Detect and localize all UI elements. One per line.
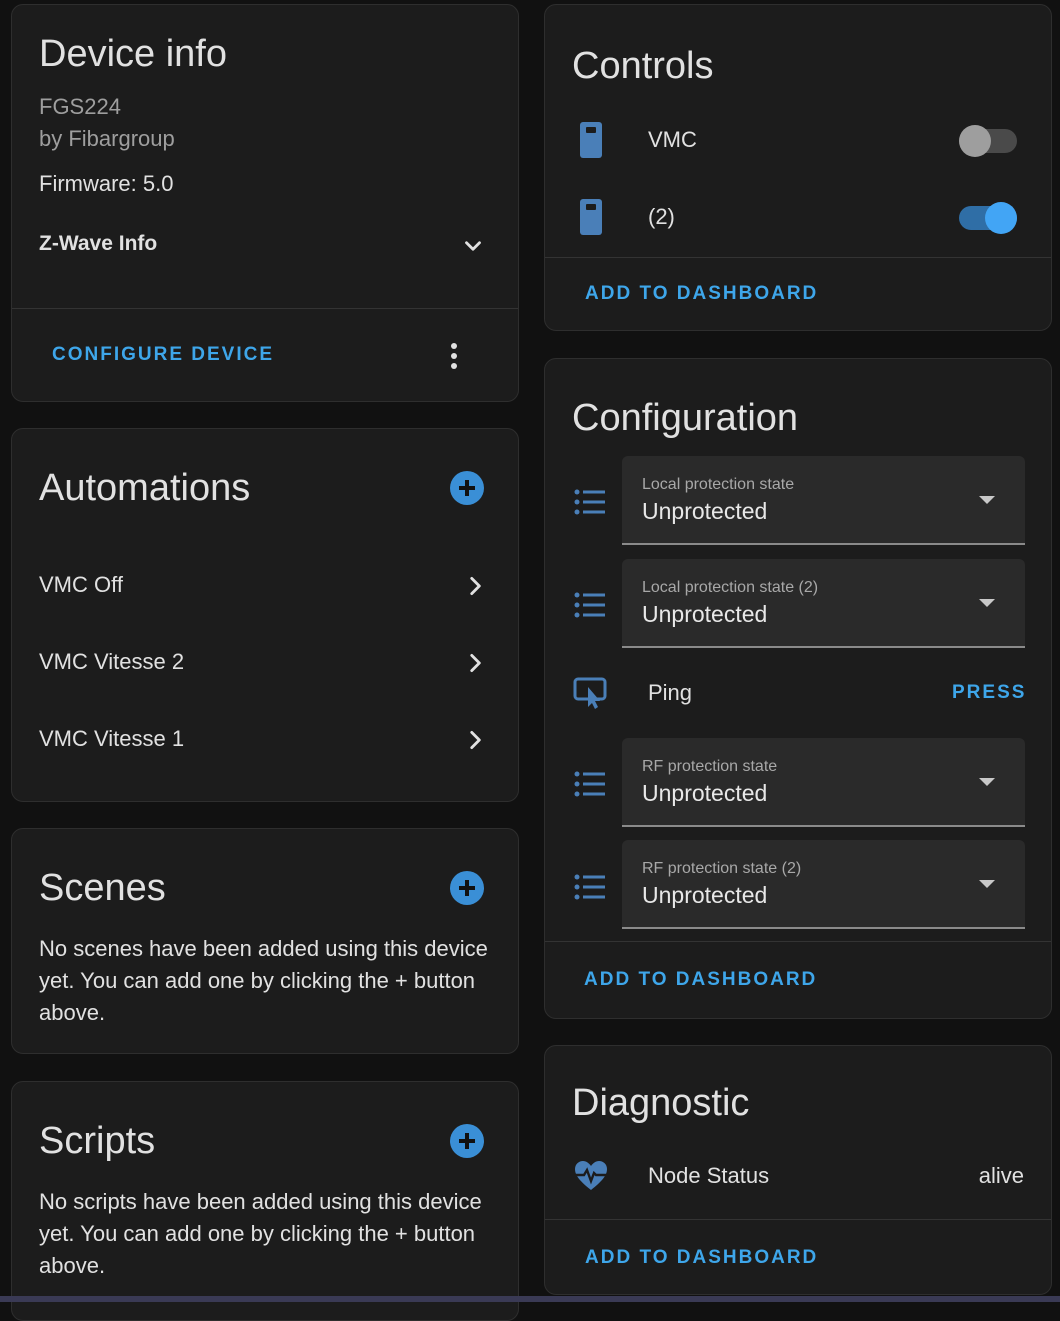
controls-divider — [545, 257, 1051, 258]
diagnostic-card: Diagnostic Node Status alive ADD TO DASH… — [544, 1045, 1052, 1295]
control-row-2: (2) — [545, 188, 1053, 248]
scenes-title: Scenes — [39, 867, 166, 909]
automation-item-label: VMC Off — [39, 572, 123, 597]
format-list-bulleted-icon — [574, 874, 605, 900]
node-status-value: alive — [978, 1163, 1024, 1188]
rf-protection-state-2-select[interactable]: RF protection state (2) Unprotected — [622, 840, 1025, 929]
device-info-title: Device info — [39, 33, 227, 75]
automations-title: Automations — [39, 467, 251, 509]
automation-item-label: VMC Vitesse 1 — [39, 726, 185, 751]
heart-pulse-icon — [575, 1161, 607, 1190]
toggle-knob — [959, 125, 991, 157]
switch-device-icon — [580, 122, 602, 158]
scripts-empty-text: No scripts have been added using this de… — [39, 1189, 482, 1278]
more-vertical-icon[interactable] — [440, 339, 468, 373]
select-label: Local protection state (2) — [642, 579, 819, 596]
add-automation-button[interactable] — [450, 471, 484, 505]
device-info-divider — [12, 308, 518, 309]
zwave-info-label: Z-Wave Info — [39, 232, 158, 255]
control-label: VMC — [648, 127, 697, 152]
automation-item[interactable]: VMC Vitesse 1 — [12, 711, 520, 771]
device-firmware: Firmware: 5.0 — [39, 171, 174, 196]
control-row-vmc: VMC — [545, 111, 1053, 171]
device-manufacturer: by Fibargroup — [39, 126, 175, 151]
configuration-title: Configuration — [572, 397, 799, 439]
configure-device-button[interactable]: CONFIGURE DEVICE — [52, 344, 274, 366]
local-protection-state-select[interactable]: Local protection state Unprotected — [622, 456, 1025, 545]
chevron-right-icon — [470, 654, 481, 672]
automation-item-label: VMC Vitesse 2 — [39, 649, 185, 674]
rf-protection-state-select[interactable]: RF protection state Unprotected — [622, 738, 1025, 827]
toggle-knob — [985, 202, 1017, 234]
vmc-toggle[interactable] — [959, 125, 1017, 157]
dropdown-arrow-icon — [979, 880, 995, 888]
controls-add-to-dashboard-button[interactable]: ADD TO DASHBOARD — [585, 283, 818, 305]
control-label: (2) — [648, 204, 675, 229]
diagnostic-divider — [545, 1219, 1051, 1220]
device-model: FGS224 — [39, 94, 121, 119]
bottom-edge-bar — [0, 1296, 1060, 1302]
automations-card: Automations VMC Off VMC Vitesse 2 VMC Vi… — [11, 428, 519, 802]
format-list-bulleted-icon — [574, 771, 605, 797]
select-label: RF protection state — [642, 758, 778, 775]
scripts-card: Scripts No scripts have been added using… — [11, 1081, 519, 1321]
dropdown-arrow-icon — [979, 496, 995, 504]
select-value: Unprotected — [642, 882, 768, 908]
node-status-label: Node Status — [648, 1163, 770, 1188]
configuration-add-to-dashboard-button[interactable]: ADD TO DASHBOARD — [584, 969, 817, 991]
format-list-bulleted-icon — [574, 489, 605, 515]
controls-title: Controls — [572, 45, 714, 87]
scenes-empty-text: No scenes have been added using this dev… — [39, 936, 488, 1025]
add-script-button[interactable] — [450, 1124, 484, 1158]
select-label: RF protection state (2) — [642, 860, 802, 877]
select-label: Local protection state — [642, 476, 795, 493]
switch-device-icon — [580, 199, 602, 235]
dropdown-arrow-icon — [979, 778, 995, 786]
dropdown-arrow-icon — [979, 599, 995, 607]
chevron-right-icon — [470, 577, 481, 595]
device-info-card: Device info FGS224 by Fibargroup Firmwar… — [11, 4, 519, 402]
local-protection-state-2-select[interactable]: Local protection state (2) Unprotected — [622, 559, 1025, 648]
add-scene-button[interactable] — [450, 871, 484, 905]
ping-label: Ping — [648, 680, 693, 705]
chevron-right-icon — [470, 731, 481, 749]
ping-press-button[interactable]: PRESS — [952, 682, 1026, 704]
automation-item[interactable]: VMC Off — [12, 557, 520, 617]
automation-item[interactable]: VMC Vitesse 2 — [12, 634, 520, 694]
scripts-title: Scripts — [39, 1120, 156, 1162]
gesture-tap-button-icon — [573, 677, 607, 709]
select-value: Unprotected — [642, 601, 768, 627]
diagnostic-title: Diagnostic — [572, 1082, 750, 1124]
select-value: Unprotected — [642, 780, 768, 806]
zwave-info-expander[interactable]: Z-Wave Info — [12, 215, 520, 275]
vmc-2-toggle[interactable] — [959, 202, 1017, 234]
diagnostic-add-to-dashboard-button[interactable]: ADD TO DASHBOARD — [585, 1247, 818, 1269]
configuration-divider — [545, 941, 1051, 942]
chevron-down-icon — [465, 241, 481, 251]
scenes-card: Scenes No scenes have been added using t… — [11, 828, 519, 1054]
format-list-bulleted-icon — [574, 592, 605, 618]
select-value: Unprotected — [642, 498, 768, 524]
controls-card: Controls VMC (2) ADD TO DASHBOARD — [544, 4, 1052, 331]
